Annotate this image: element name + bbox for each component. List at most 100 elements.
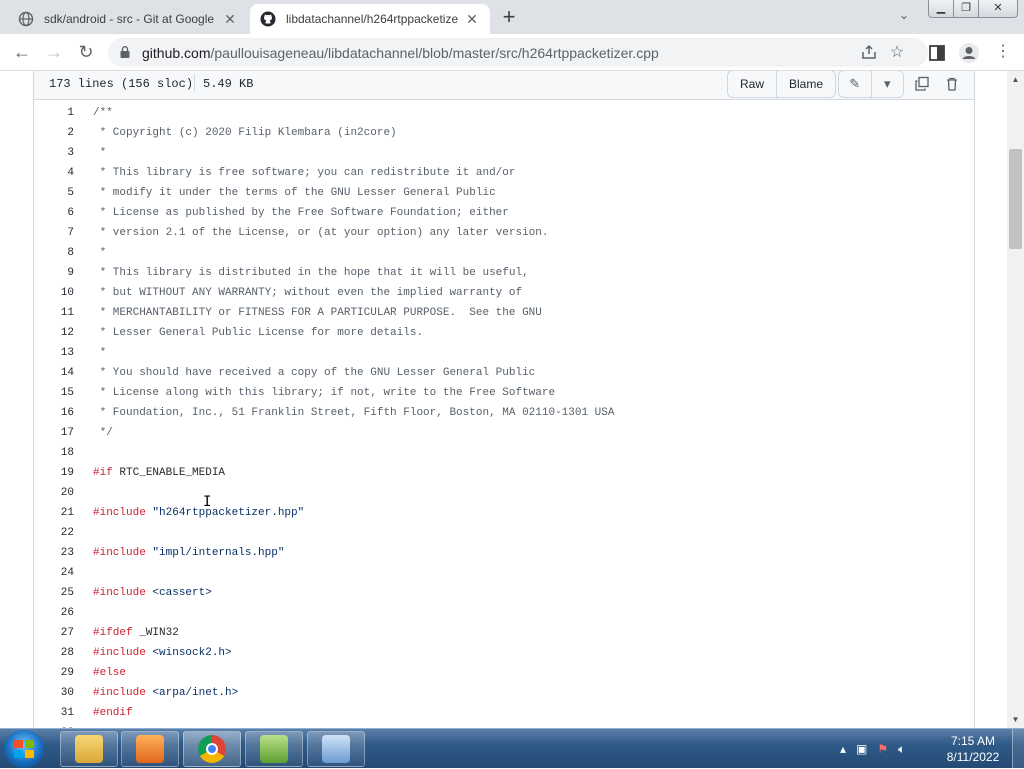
- action-center-icon[interactable]: ⚑: [877, 742, 888, 756]
- code-line: 24: [34, 563, 974, 583]
- line-number[interactable]: 7: [34, 227, 74, 239]
- code-line: 14 * You should have received a copy of …: [34, 363, 974, 383]
- line-source: * This library is free software; you can…: [93, 167, 516, 179]
- line-number[interactable]: 15: [34, 387, 74, 399]
- line-number[interactable]: 27: [34, 627, 74, 639]
- directive-argument: RTC_ENABLE_MEDIA: [112, 467, 226, 479]
- show-desktop-button[interactable]: [1012, 729, 1024, 769]
- github-icon: [260, 11, 276, 27]
- raw-blame-group: Raw Blame: [727, 71, 837, 98]
- tab-libdatachannel[interactable]: libdatachannel/h264rtppacketize ✕: [250, 4, 490, 34]
- line-number[interactable]: 14: [34, 367, 74, 379]
- line-number[interactable]: 31: [34, 707, 74, 719]
- taskbar-chrome[interactable]: [183, 731, 241, 767]
- line-number[interactable]: 29: [34, 667, 74, 679]
- back-arrow-icon[interactable]: ←: [10, 41, 34, 65]
- taskbar-control-panel[interactable]: [307, 731, 365, 767]
- explorer-icon: [75, 735, 103, 763]
- code-line: 17 */: [34, 423, 974, 443]
- line-source: * You should have received a copy of the…: [93, 367, 536, 379]
- preprocessor-keyword: #include: [93, 647, 146, 659]
- windows-logo-icon: [14, 740, 34, 758]
- code-line: 11 * MERCHANTABILITY or FITNESS FOR A PA…: [34, 303, 974, 323]
- line-number[interactable]: 1: [34, 107, 74, 119]
- forward-arrow-icon[interactable]: →: [42, 41, 66, 65]
- line-number[interactable]: 19: [34, 467, 74, 479]
- chevron-up-icon[interactable]: ▴: [840, 742, 846, 756]
- scroll-thumb[interactable]: [1009, 149, 1022, 249]
- directive-argument: "impl/internals.hpp": [145, 547, 285, 559]
- code-line: 5 * modify it under the terms of the GNU…: [34, 183, 974, 203]
- start-button[interactable]: [4, 730, 44, 768]
- taskbar-media-player[interactable]: [121, 731, 179, 767]
- url-text[interactable]: github.com/paullouisageneau/libdatachann…: [142, 45, 659, 61]
- line-number[interactable]: 18: [34, 447, 74, 459]
- taskbar-notepad[interactable]: [245, 731, 303, 767]
- code-line: 6 * License as published by the Free Sof…: [34, 203, 974, 223]
- bookmark-star-icon[interactable]: ☆: [888, 42, 906, 61]
- line-number[interactable]: 25: [34, 587, 74, 599]
- volume-icon[interactable]: 🔈︎: [898, 742, 905, 757]
- chevron-down-icon[interactable]: ⌄: [894, 8, 914, 28]
- line-number[interactable]: 24: [34, 567, 74, 579]
- network-icon[interactable]: ▣: [856, 742, 867, 756]
- line-number[interactable]: 16: [34, 407, 74, 419]
- line-number[interactable]: 20: [34, 487, 74, 499]
- line-number[interactable]: 4: [34, 167, 74, 179]
- code-line: 23 #include "impl/internals.hpp": [34, 543, 974, 563]
- more-menu-icon[interactable]: ⋮: [992, 42, 1014, 64]
- trash-icon[interactable]: [944, 76, 960, 92]
- preprocessor-keyword: #include: [93, 507, 146, 519]
- line-number[interactable]: 10: [34, 287, 74, 299]
- code-line: 13 *: [34, 343, 974, 363]
- line-number[interactable]: 17: [34, 427, 74, 439]
- scroll-down-arrow-icon[interactable]: ▼: [1007, 711, 1024, 728]
- control-panel-icon: [322, 735, 350, 763]
- code-line: 4 * This library is free software; you c…: [34, 163, 974, 183]
- address-bar[interactable]: github.com/paullouisageneau/libdatachann…: [108, 38, 928, 67]
- line-number[interactable]: 3: [34, 147, 74, 159]
- tab-git-at-google[interactable]: sdk/android - src - Git at Google ✕: [8, 4, 248, 34]
- window-close-button[interactable]: ✕: [978, 0, 1018, 18]
- new-tab-button[interactable]: +: [497, 6, 521, 30]
- raw-button[interactable]: Raw: [728, 71, 776, 97]
- page-scrollbar[interactable]: ▲ ▼: [1007, 71, 1024, 728]
- line-number[interactable]: 12: [34, 327, 74, 339]
- globe-icon: [18, 11, 34, 27]
- profile-avatar-icon[interactable]: [958, 42, 980, 64]
- maximize-button[interactable]: ❐: [953, 0, 979, 18]
- line-number[interactable]: 26: [34, 607, 74, 619]
- taskbar-explorer[interactable]: [60, 731, 118, 767]
- line-number[interactable]: 6: [34, 207, 74, 219]
- close-icon[interactable]: ✕: [222, 11, 238, 27]
- pencil-icon[interactable]: ✎: [839, 71, 871, 97]
- line-number[interactable]: 11: [34, 307, 74, 319]
- line-number[interactable]: 13: [34, 347, 74, 359]
- chevron-down-icon[interactable]: ▾: [870, 71, 904, 97]
- line-number[interactable]: 30: [34, 687, 74, 699]
- line-number[interactable]: 28: [34, 647, 74, 659]
- line-number[interactable]: 9: [34, 267, 74, 279]
- share-icon[interactable]: [860, 43, 878, 61]
- close-icon[interactable]: ✕: [464, 11, 480, 27]
- line-number[interactable]: 2: [34, 127, 74, 139]
- page-content: 173 lines (156 sloc) 5.49 KB Raw Blame ✎…: [0, 71, 1007, 728]
- line-number[interactable]: 23: [34, 547, 74, 559]
- line-number[interactable]: 22: [34, 527, 74, 539]
- line-number[interactable]: 21: [34, 507, 74, 519]
- line-number[interactable]: 8: [34, 247, 74, 259]
- minimize-button[interactable]: ▁: [928, 0, 954, 18]
- copy-icon[interactable]: [914, 76, 930, 92]
- side-panel-icon[interactable]: [926, 42, 948, 64]
- blame-button[interactable]: Blame: [776, 71, 835, 97]
- line-number[interactable]: 5: [34, 187, 74, 199]
- code-line: 19 #if RTC_ENABLE_MEDIA: [34, 463, 974, 483]
- lock-icon: [120, 46, 130, 58]
- directive-argument: _WIN32: [132, 627, 179, 639]
- line-source: #include "impl/internals.hpp": [74, 547, 284, 559]
- reload-icon[interactable]: ↻: [74, 41, 98, 65]
- code-line: 28 #include <winsock2.h>: [34, 643, 974, 663]
- scroll-up-arrow-icon[interactable]: ▲: [1007, 71, 1024, 88]
- line-source: #ifdef _WIN32: [74, 627, 179, 639]
- clock[interactable]: 7:15 AM 8/11/2022: [940, 733, 1006, 765]
